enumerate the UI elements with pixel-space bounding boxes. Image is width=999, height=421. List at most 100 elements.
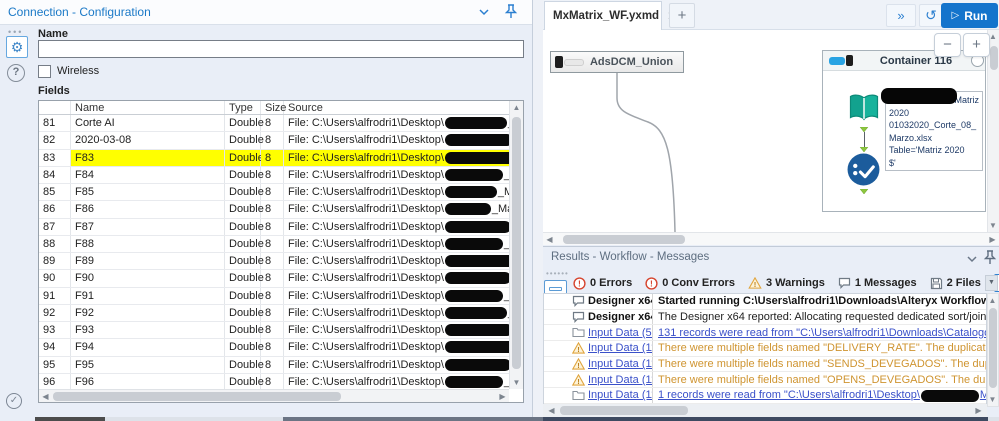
scroll-down-icon[interactable]: ▼ — [510, 376, 523, 389]
container-adsdcm-union[interactable]: AdsDCM_Union — [550, 51, 684, 73]
table-row[interactable]: 91 F91 Double 8 File: C:\Users\alfrodri1\Des… — [39, 287, 509, 305]
column-header-name[interactable]: Name — [71, 101, 225, 114]
message-row[interactable]: ! Input Data (117) There were multiple fie… — [544, 372, 986, 389]
container-toggle-on-icon[interactable] — [829, 56, 845, 65]
scroll-up-icon[interactable]: ▲ — [510, 101, 523, 114]
scrollbar-thumb[interactable] — [512, 117, 521, 369]
scroll-down-icon[interactable]: ▼ — [987, 393, 999, 406]
column-header-rownum[interactable] — [39, 101, 71, 114]
table-row[interactable]: 81 Corte AI Double 8 File: C:\Users\alfrodri… — [39, 115, 509, 133]
message-row[interactable]: Input Data (53) 131 records were read fro… — [544, 325, 986, 342]
table-row[interactable]: 92 F92 Double 8 File: C:\Users\alfrodri1\Des… — [39, 304, 509, 322]
scrollbar-thumb[interactable] — [563, 235, 685, 244]
toolbar-grip[interactable]: •••••• — [546, 269, 569, 278]
zoom-in-button[interactable]: + — [963, 33, 990, 57]
cell-type: Double — [225, 322, 264, 339]
column-header-source[interactable]: Source — [284, 101, 509, 114]
zoom-out-button[interactable]: − — [934, 33, 961, 57]
wireless-checkbox[interactable] — [38, 64, 51, 78]
toolbar-overflow-icon[interactable]: ▼ — [985, 275, 998, 291]
message-tool-link[interactable]: Designer x64 — [588, 295, 652, 307]
table-row[interactable]: 95 F95 Double 8 File: C:\Users\alfrodri1\Des… — [39, 356, 509, 374]
name-label: Name — [38, 28, 68, 40]
message-tool-link[interactable]: Input Data (117) — [588, 389, 652, 401]
input-data-tool[interactable] — [846, 91, 882, 127]
container-toggle-track[interactable] — [564, 58, 584, 66]
message-row[interactable]: ! Input Data (117) There were multiple fie… — [544, 341, 986, 357]
help-icon[interactable]: ? — [7, 64, 25, 82]
fields-horizontal-scrollbar[interactable]: ◀ ▶ — [39, 389, 509, 402]
message-row[interactable]: Input Data (117) 1 records were read from… — [544, 388, 986, 404]
table-row[interactable]: 84 F84 Double 8 File: C:\Users\alfrodri1\Des… — [39, 166, 509, 184]
table-row[interactable]: 93 F93 Double 8 File: C:\Users\alfrodri1\Des… — [39, 322, 509, 340]
collapse-chevron-icon[interactable] — [478, 6, 490, 18]
message-tool-link[interactable]: Input Data (53) — [588, 327, 652, 339]
gear-icon[interactable]: ⚙ — [6, 36, 28, 58]
container-116[interactable]: Container 116 Matriz 2020 01032020_Corte… — [822, 50, 986, 212]
panel-divider[interactable] — [533, 0, 543, 421]
pin-icon[interactable] — [504, 4, 518, 20]
message-tool-link[interactable]: Designer x64 — [588, 311, 652, 323]
table-row[interactable]: 87 F87 Double 8 File: C:\Users\alfrodri1\Des… — [39, 218, 509, 236]
table-row[interactable]: 96 F96 Double 8 File: C:\Users\alfrodri1\Des… — [39, 373, 509, 389]
scroll-right-icon[interactable]: ▶ — [986, 233, 999, 246]
cell-source: File: C:\Users\alfrodri1\Desktop\_Matriz… — [284, 339, 509, 355]
container-toggle-icon[interactable] — [555, 56, 563, 68]
scrollbar-thumb[interactable] — [989, 46, 998, 70]
apply-check-icon[interactable]: ✓ — [6, 393, 22, 409]
name-input[interactable] — [38, 40, 524, 58]
run-button[interactable]: ▷ Run — [941, 3, 998, 28]
scroll-left-icon[interactable]: ◀ — [545, 404, 558, 417]
messages-horizontal-scrollbar[interactable]: ◀ ▶ — [543, 404, 987, 417]
table-row[interactable]: 82 2020-03-08 Double 8 File: C:\Users\alfrod… — [39, 132, 509, 150]
redaction-blob — [444, 168, 503, 181]
scroll-right-icon[interactable]: ▶ — [972, 404, 985, 417]
pin-icon[interactable] — [983, 250, 997, 266]
new-tab-button[interactable]: + — [669, 3, 695, 28]
column-header-size[interactable]: Size — [261, 101, 286, 114]
scroll-down-icon[interactable]: ▼ — [987, 219, 999, 232]
table-row[interactable]: 90 F90 Double 8 File: C:\Users\alfrodri1\Des… — [39, 270, 509, 288]
message-tool-link[interactable]: Input Data (117) — [588, 342, 652, 354]
filter-warnings[interactable]: ! 3 Warnings — [748, 277, 825, 289]
run-history-icon[interactable]: ↺ — [919, 4, 943, 27]
svg-text:!: ! — [650, 278, 653, 288]
table-row[interactable]: 94 F94 Double 8 File: C:\Users\alfrodri1\Des… — [39, 339, 509, 357]
table-row[interactable]: 88 F88 Double 8 File: C:\Users\alfrodri1\Des… — [39, 235, 509, 253]
scrollbar-thumb[interactable] — [53, 392, 341, 401]
scroll-up-icon[interactable]: ▲ — [987, 294, 999, 307]
filter-messages[interactable]: 1 Messages — [838, 277, 917, 289]
filter-files[interactable]: 2 Files — [930, 277, 981, 290]
cell-rownum: 89 — [39, 253, 71, 270]
filter-errors[interactable]: ! 0 Errors — [573, 276, 632, 290]
message-tool-link[interactable]: Input Data (117) — [588, 358, 652, 370]
canvas-vertical-scrollbar[interactable]: ▲ ▼ — [987, 30, 999, 232]
message-row[interactable]: Designer x64 Started running C:\Users\alf… — [544, 294, 986, 310]
workflow-canvas[interactable]: AdsDCM_Union Container 116 Matriz 2020 0… — [543, 30, 999, 245]
more-tabs-icon[interactable]: » — [886, 4, 916, 27]
table-row[interactable]: 83 F83 Double 8 File: C:\Users\alfrodri1\Des… — [39, 149, 509, 167]
select-tool[interactable] — [846, 152, 881, 187]
cell-name: F96 — [71, 373, 225, 389]
scrollbar-thumb[interactable] — [989, 308, 997, 388]
message-tool-link[interactable]: Input Data (117) — [588, 374, 652, 386]
scroll-left-icon[interactable]: ◀ — [39, 390, 52, 403]
table-row[interactable]: 89 F89 Double 8 File: C:\Users\alfrodri1\Des… — [39, 253, 509, 271]
fields-vertical-scrollbar[interactable]: ▲ ▼ — [509, 101, 523, 389]
workflow-tab[interactable]: MxMatrix_WF.yxmd ✕ — [544, 1, 677, 30]
scrollbar-thumb[interactable] — [560, 406, 688, 415]
table-row[interactable]: 85 F85 Double 8 File: C:\Users\alfrodri1\Des… — [39, 184, 509, 202]
configuration-panel-header: Connection - Configuration — [0, 0, 532, 25]
container-toggle-knob[interactable] — [846, 55, 853, 66]
collapse-chevron-icon[interactable] — [966, 253, 978, 265]
table-row[interactable]: 86 F86 Double 8 File: C:\Users\alfrodri1\Des… — [39, 201, 509, 219]
column-header-type[interactable]: Type — [225, 101, 261, 114]
output-anchor-icon[interactable] — [859, 189, 869, 195]
scroll-left-icon[interactable]: ◀ — [543, 233, 556, 246]
canvas-horizontal-scrollbar[interactable]: ◀ ▶ — [543, 232, 999, 245]
messages-vertical-scrollbar[interactable]: ▲ ▼ — [987, 293, 999, 407]
filter-conv-errors[interactable]: ! 0 Conv Errors — [645, 276, 735, 290]
message-row[interactable]: ! Input Data (117) There were multiple fie… — [544, 356, 986, 373]
scroll-right-icon[interactable]: ▶ — [496, 390, 509, 403]
message-row[interactable]: Designer x64 The Designer x64 reported: A… — [544, 309, 986, 326]
